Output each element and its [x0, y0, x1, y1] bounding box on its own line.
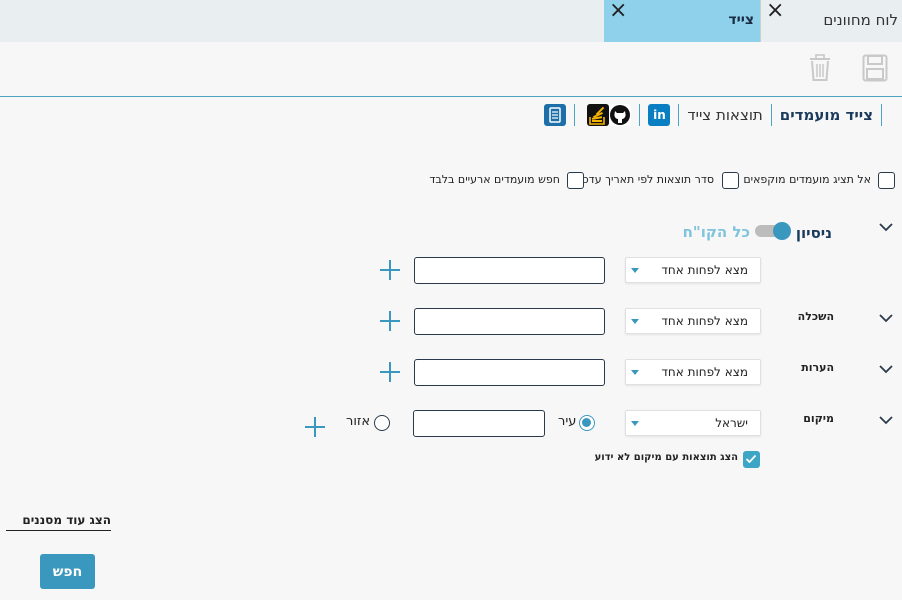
divider — [881, 104, 882, 126]
sort-by-update-checkbox[interactable] — [722, 172, 739, 189]
tab-label: צייד — [728, 12, 754, 28]
github-icon[interactable] — [609, 104, 632, 126]
show-unknown-location-checkbox[interactable] — [743, 451, 760, 468]
experience-label: ניסיון — [795, 224, 832, 242]
temp-only-label: חפש מועמדים ארעיים בלבד — [429, 173, 560, 186]
linkedin-icon[interactable]: in — [648, 104, 671, 126]
education-match-select[interactable]: מצא לפחות אחד — [625, 308, 761, 334]
search-button[interactable]: חפש — [40, 554, 95, 589]
chevron-down-icon[interactable] — [879, 413, 893, 427]
toggle-knob[interactable] — [773, 222, 791, 240]
chevron-down-icon[interactable] — [879, 362, 893, 376]
plus-icon[interactable] — [378, 258, 402, 282]
select-value: מצא לפחות אחד — [661, 263, 748, 277]
notes-label: הערות — [801, 361, 834, 374]
section-tabs: צייד מועמדים תוצאות צייד in — [544, 101, 890, 129]
divider — [678, 104, 680, 126]
education-input[interactable] — [414, 308, 605, 335]
experience-input[interactable] — [414, 257, 605, 284]
notes-input[interactable] — [414, 359, 605, 386]
tab-candidate-hunt[interactable]: צייד מועמדים — [780, 106, 873, 124]
tab-hunt-results[interactable]: תוצאות צייד — [687, 106, 762, 124]
divider — [770, 104, 772, 126]
chevron-down-icon[interactable] — [879, 220, 893, 234]
all-cv-label: כל הקו"ח — [682, 223, 750, 241]
plus-icon[interactable] — [303, 415, 327, 439]
plus-icon[interactable] — [378, 360, 402, 384]
check-icon — [745, 454, 757, 464]
sort-by-update-label: סדר תוצאות לפי תאריך עדכון — [576, 173, 714, 186]
notes-match-select[interactable]: מצא לפחות אחד — [625, 359, 761, 385]
region-radio[interactable] — [374, 415, 390, 431]
close-icon[interactable]: × — [766, 0, 784, 22]
divider — [574, 104, 576, 126]
show-unknown-location-label: הצג תוצאות עם מיקום לא ידוע — [594, 452, 738, 463]
stackoverflow-icon[interactable] — [587, 104, 610, 126]
dropdown-arrow-icon — [631, 421, 639, 426]
location-label: מיקום — [803, 412, 834, 425]
select-value: מצא לפחות אחד — [661, 314, 748, 328]
more-filters-link[interactable]: הצג עוד מסננים — [6, 513, 111, 531]
city-label: עיר — [558, 414, 577, 429]
trash-icon[interactable] — [808, 54, 834, 82]
select-value: ישראל — [715, 416, 748, 430]
country-select[interactable]: ישראל — [625, 410, 761, 436]
document-icon[interactable] — [544, 104, 567, 126]
tab-tsayad[interactable]: × צייד — [604, 0, 760, 42]
city-input[interactable] — [413, 410, 545, 437]
region-label: אזור — [346, 414, 371, 429]
plus-icon[interactable] — [378, 309, 402, 333]
temp-only-checkbox[interactable] — [567, 172, 584, 189]
dropdown-arrow-icon — [631, 268, 639, 273]
tab-bar: × צייד × לוח מחוונים — [0, 0, 902, 42]
tab-dashboard[interactable]: × לוח מחוונים — [760, 0, 902, 42]
close-icon[interactable]: × — [609, 0, 627, 22]
hide-flagged-checkbox[interactable] — [878, 172, 895, 189]
toolbar — [0, 42, 902, 97]
dropdown-arrow-icon — [631, 319, 639, 324]
chevron-down-icon[interactable] — [879, 311, 893, 325]
save-icon[interactable] — [862, 54, 888, 82]
education-label: השכלה — [797, 310, 834, 323]
divider — [639, 104, 641, 126]
city-radio[interactable] — [579, 415, 595, 431]
select-value: מצא לפחות אחד — [661, 365, 748, 379]
tab-label: לוח מחוונים — [823, 11, 898, 29]
dropdown-arrow-icon — [631, 370, 639, 375]
experience-match-select[interactable]: מצא לפחות אחד — [625, 257, 761, 283]
hide-flagged-label: אל תציג מועמדים מוקפאים — [743, 173, 871, 186]
